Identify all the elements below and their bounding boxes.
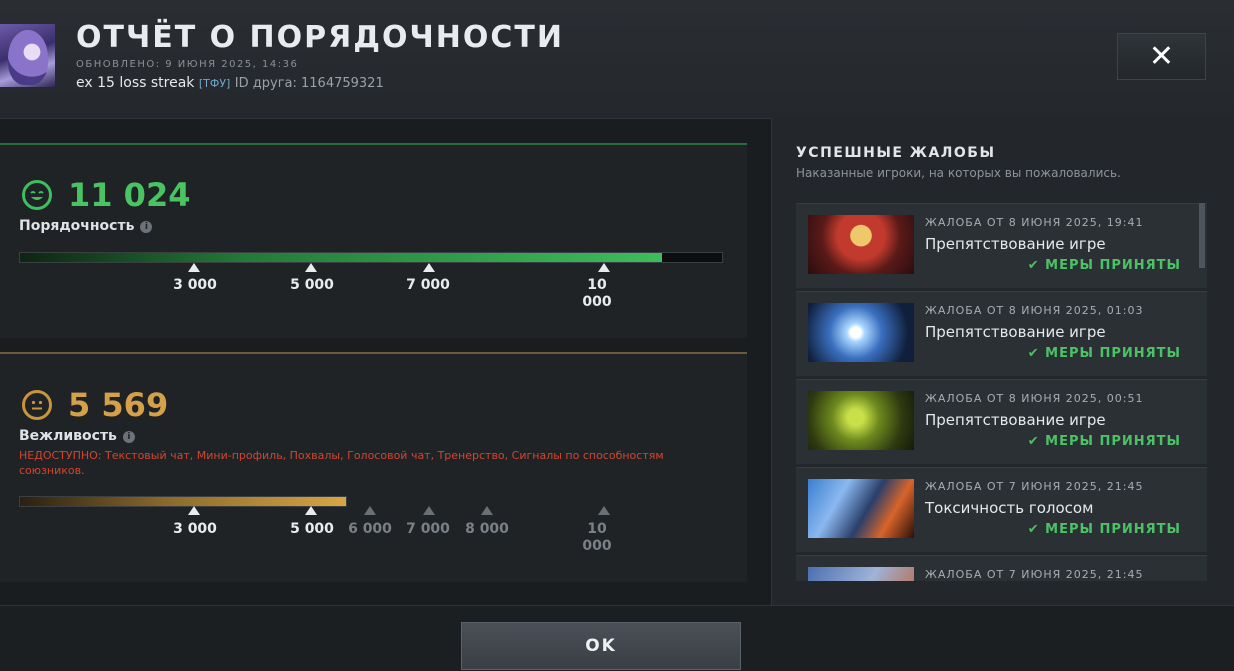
report-status: ✔ МЕРЫ ПРИНЯТЫ <box>1027 522 1181 537</box>
info-icon[interactable]: i <box>140 221 153 233</box>
neutral-face-icon <box>22 390 52 420</box>
check-icon: ✔ <box>1027 346 1046 361</box>
report-card[interactable]: ЖАЛОБА ОТ 7 ИЮНЯ 2025, 21:45 <box>796 555 1207 581</box>
communication-score-row: 5 569 <box>22 386 168 424</box>
reports-title: УСПЕШНЫЕ ЖАЛОБЫ <box>796 145 996 161</box>
avatar-image <box>8 30 48 85</box>
ok-button[interactable]: OK <box>461 622 741 670</box>
updated-timestamp: ОБНОВЛЕНО: 9 ИЮНЯ 2025, 14:36 <box>76 59 299 70</box>
reports-subtitle: Наказанные игроки, на которых вы пожалов… <box>796 166 1121 180</box>
tick-label: 8 000 <box>465 521 509 537</box>
report-reason: Препятствование игре <box>925 323 1106 341</box>
communication-progress-fill <box>19 496 347 507</box>
report-status: ✔ МЕРЫ ПРИНЯТЫ <box>1027 434 1181 449</box>
friend-id: ID друга: 1164759321 <box>234 76 384 91</box>
info-icon[interactable]: i <box>122 431 135 443</box>
user-line: ex 15 loss streak [ТФУ] ID друга: 116475… <box>76 75 384 91</box>
unavailable-features-text: НЕДОСТУПНО: Текстовый чат, Мини-профиль,… <box>19 449 664 477</box>
tick-label: 7 000 <box>406 521 450 537</box>
username: ex 15 loss streak <box>76 75 195 91</box>
hero-portrait <box>808 215 914 274</box>
report-reason: Препятствование игре <box>925 411 1106 429</box>
tick-marker <box>305 506 317 515</box>
tick-label: 10 000 <box>582 521 612 554</box>
behavior-score-value: 11 024 <box>68 176 191 214</box>
avatar[interactable] <box>0 24 55 87</box>
scrollbar[interactable] <box>1199 203 1205 268</box>
report-reason: Препятствование игре <box>925 235 1106 253</box>
behavior-label-text: Порядочность <box>19 218 135 234</box>
check-icon: ✔ <box>1027 258 1046 273</box>
tick-label: 3 000 <box>173 277 217 293</box>
tick-label: 5 000 <box>290 521 334 537</box>
clan-tag: [ТФУ] <box>198 77 231 90</box>
communication-score-label: Вежливость i <box>19 428 135 444</box>
behavior-score-label: Порядочность i <box>19 218 153 234</box>
tick-label: 3 000 <box>173 521 217 537</box>
tick-marker <box>188 263 200 272</box>
report-date: ЖАЛОБА ОТ 7 ИЮНЯ 2025, 21:45 <box>925 480 1144 493</box>
report-card[interactable]: ЖАЛОБА ОТ 8 ИЮНЯ 2025, 19:41 Препятствов… <box>796 203 1207 288</box>
tick-marker <box>188 506 200 515</box>
report-date: ЖАЛОБА ОТ 8 ИЮНЯ 2025, 00:51 <box>925 392 1144 405</box>
tick-marker <box>598 263 610 272</box>
tick-marker <box>598 506 610 515</box>
report-status: ✔ МЕРЫ ПРИНЯТЫ <box>1027 346 1181 361</box>
report-status: ✔ МЕРЫ ПРИНЯТЫ <box>1027 258 1181 273</box>
check-icon: ✔ <box>1027 522 1046 537</box>
tick-label: 10 000 <box>582 277 612 310</box>
hero-portrait <box>808 303 914 362</box>
report-date: ЖАЛОБА ОТ 8 ИЮНЯ 2025, 19:41 <box>925 216 1144 229</box>
report-card[interactable]: ЖАЛОБА ОТ 8 ИЮНЯ 2025, 00:51 Препятствов… <box>796 379 1207 464</box>
tick-marker <box>423 506 435 515</box>
close-icon: ✕ <box>1148 39 1175 74</box>
hero-portrait <box>808 391 914 450</box>
report-reason: Токсичность голосом <box>925 499 1094 517</box>
check-icon: ✔ <box>1027 434 1046 449</box>
communication-label-text: Вежливость <box>19 428 117 444</box>
tick-label: 7 000 <box>406 277 450 293</box>
hero-portrait <box>808 567 914 581</box>
tick-label: 6 000 <box>348 521 392 537</box>
tick-marker <box>364 506 376 515</box>
tick-marker <box>305 263 317 272</box>
close-button[interactable]: ✕ <box>1117 33 1206 80</box>
behavior-progress-bar <box>19 252 723 263</box>
report-card[interactable]: ЖАЛОБА ОТ 8 ИЮНЯ 2025, 01:03 Препятствов… <box>796 291 1207 376</box>
communication-score-value: 5 569 <box>68 386 169 424</box>
tick-marker <box>481 506 493 515</box>
behavior-score-panel <box>0 143 747 338</box>
behavior-progress-fill <box>20 253 663 262</box>
report-date: ЖАЛОБА ОТ 7 ИЮНЯ 2025, 21:45 <box>925 568 1144 581</box>
smile-face-icon <box>22 180 52 210</box>
tick-marker <box>423 263 435 272</box>
tick-label: 5 000 <box>290 277 334 293</box>
report-date: ЖАЛОБА ОТ 8 ИЮНЯ 2025, 01:03 <box>925 304 1144 317</box>
behavior-score-row: 11 024 <box>22 176 190 214</box>
page-title: ОТЧЁТ О ПОРЯДОЧНОСТИ <box>76 20 564 55</box>
hero-portrait <box>808 479 914 538</box>
report-card[interactable]: ЖАЛОБА ОТ 7 ИЮНЯ 2025, 21:45 Токсичность… <box>796 467 1207 552</box>
